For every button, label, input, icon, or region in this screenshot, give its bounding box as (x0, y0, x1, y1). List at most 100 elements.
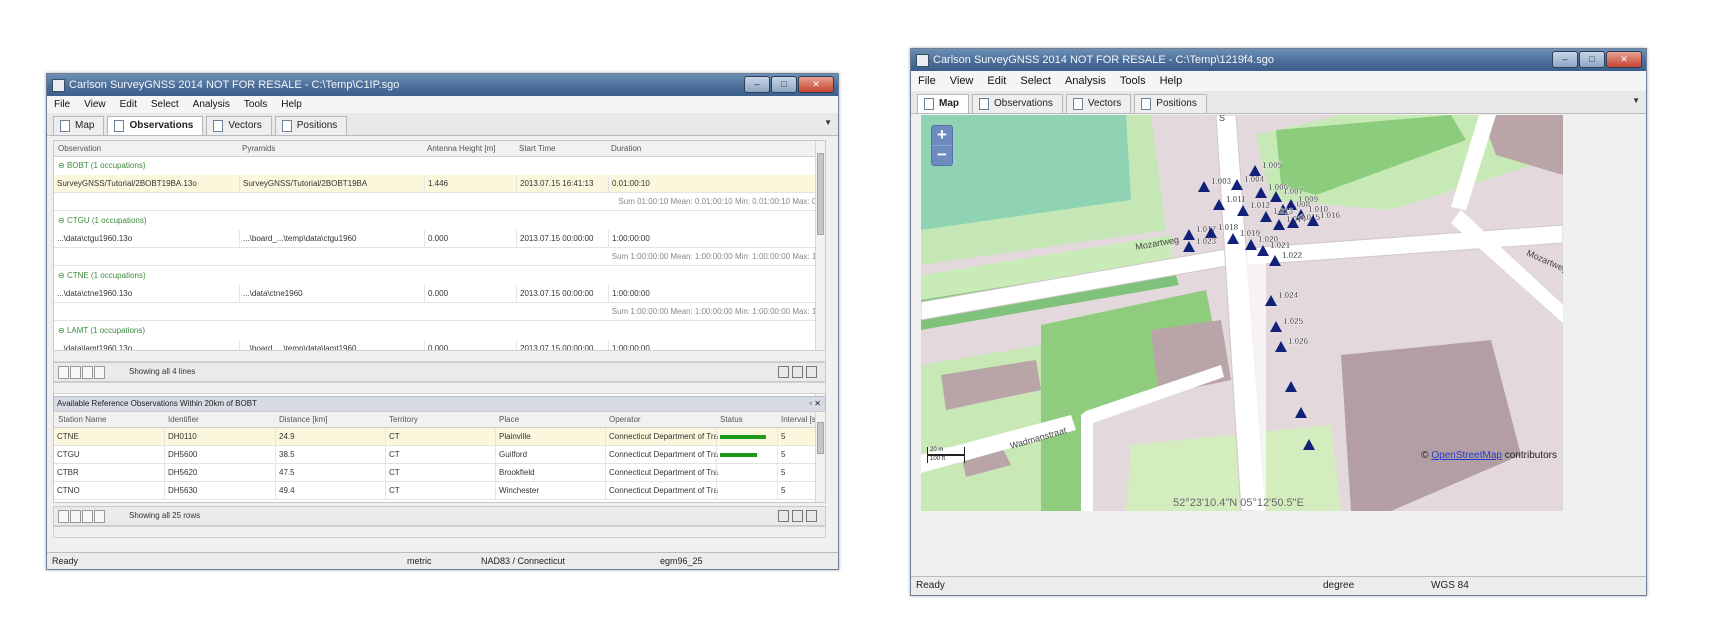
summary-row: Sum 1:00:00:00 Mean: 1:00:00:00 Min: 1:0… (54, 248, 825, 266)
prev-page-button[interactable] (70, 366, 81, 379)
minimize-button[interactable]: – (1552, 51, 1578, 68)
col-operator[interactable]: Operator (609, 412, 641, 427)
menu-edit[interactable]: Edit (980, 71, 1013, 91)
export-icon[interactable] (792, 366, 803, 378)
group-row[interactable]: ⊖ LAMT (1 occupations) (54, 323, 825, 339)
first-page-button[interactable] (58, 366, 69, 379)
tab-positions[interactable]: Positions (274, 116, 348, 135)
col-antenna-height[interactable]: Antenna Height [m] (427, 141, 495, 156)
survey-point-label: 1.003 (1211, 177, 1232, 186)
left-title-bar[interactable]: Carlson SurveyGNSS 2014 NOT FOR RESALE -… (47, 74, 838, 96)
tab-list-arrow-icon[interactable]: ▼ (1632, 96, 1640, 105)
reference-observations-table: Station Name Identifier Distance [km] Te… (53, 411, 826, 503)
group-row[interactable]: ⊖ CTGU (1 occupations) (54, 213, 825, 229)
document-icon (979, 98, 989, 110)
tab-map[interactable]: Map (53, 116, 105, 135)
minimize-button[interactable]: – (744, 76, 770, 93)
app-icon (916, 54, 929, 67)
survey-point-label: 1.016 (1320, 211, 1341, 220)
group-row[interactable]: ⊖ BOBT (1 occupations) (54, 158, 825, 174)
menu-file[interactable]: File (47, 96, 77, 113)
menu-tools[interactable]: Tools (1113, 71, 1153, 91)
col-pyramids[interactable]: Pyramids (242, 141, 275, 156)
reference-vscroll[interactable] (815, 412, 825, 502)
status-cell (716, 482, 780, 499)
table-row[interactable]: CTNE DH0110 24.9 CT Plainville Connectic… (54, 428, 825, 446)
menu-help[interactable]: Help (274, 96, 309, 113)
tab-observations[interactable]: Observations (972, 94, 1063, 113)
table-row[interactable]: CTGU DH5600 38.5 CT Guilford Connecticut… (54, 446, 825, 464)
print-icon[interactable] (778, 366, 789, 378)
col-status[interactable]: Status (720, 412, 743, 427)
menu-analysis[interactable]: Analysis (1058, 71, 1113, 91)
tab-vectors[interactable]: Vectors (206, 116, 272, 135)
col-identifier[interactable]: Identifier (168, 412, 199, 427)
next-page-button[interactable] (82, 366, 93, 379)
menu-help[interactable]: Help (1153, 71, 1190, 91)
observations-header: Observation Pyramids Antenna Height [m] … (54, 141, 825, 157)
openstreetmap-link[interactable]: OpenStreetMap (1431, 450, 1502, 461)
reference-hscroll[interactable] (53, 526, 826, 538)
col-interval[interactable]: Interval [s] (781, 412, 818, 427)
survey-point-label: 1.011 (1226, 195, 1246, 204)
document-icon (1072, 98, 1083, 110)
menu-file[interactable]: File (911, 71, 943, 91)
maximize-button[interactable]: □ (771, 76, 797, 93)
zoom-out-button[interactable]: − (932, 145, 952, 165)
menu-select[interactable]: Select (1013, 71, 1058, 91)
panel-close-icon[interactable]: ▫ ✕ (809, 397, 821, 411)
survey-point-label: 1.009 (1298, 195, 1319, 204)
survey-point-label: 1.022 (1282, 251, 1303, 260)
menu-tools[interactable]: Tools (237, 96, 274, 113)
survey-point-label: 1.004 (1244, 175, 1265, 184)
last-page-button[interactable] (94, 510, 105, 523)
tab-positions[interactable]: Positions (1134, 94, 1207, 113)
map-view[interactable]: Mozartweg Wadmanstraat Mozartweg S 1.003… (921, 115, 1563, 511)
menu-view[interactable]: View (77, 96, 113, 113)
tab-observations[interactable]: Observations (107, 116, 204, 135)
observations-pager: Showing all 4 lines (53, 362, 826, 382)
tab-map[interactable]: Map (917, 94, 969, 113)
document-icon (213, 120, 224, 132)
observations-hscroll[interactable] (53, 350, 826, 362)
col-station-name[interactable]: Station Name (58, 412, 106, 427)
right-title-bar[interactable]: Carlson SurveyGNSS 2014 NOT FOR RESALE -… (911, 49, 1646, 71)
scale-bar: 20 m 100 ft (927, 447, 965, 463)
tab-vectors[interactable]: Vectors (1065, 94, 1132, 113)
col-duration[interactable]: Duration (611, 141, 641, 156)
col-distance[interactable]: Distance [km] (279, 412, 327, 427)
left-tab-strip: Map Observations Vectors Positions ▼ (47, 113, 838, 136)
next-page-button[interactable] (82, 510, 93, 523)
survey-point-label: 1.025 (1283, 317, 1304, 326)
pager-hscroll[interactable] (53, 382, 826, 394)
table-row[interactable]: SurveyGNSS/Tutorial/2BOBT19BA.13o Survey… (54, 175, 825, 193)
col-territory[interactable]: Territory (389, 412, 418, 427)
close-button[interactable]: ✕ (1606, 51, 1642, 68)
copy-icon[interactable] (806, 366, 817, 378)
col-start-time[interactable]: Start Time (519, 141, 555, 156)
prev-page-button[interactable] (70, 510, 81, 523)
last-page-button[interactable] (94, 366, 105, 379)
export-icon[interactable] (792, 510, 803, 522)
document-icon (1141, 98, 1152, 110)
menu-select[interactable]: Select (144, 96, 186, 113)
zoom-in-button[interactable]: + (932, 126, 952, 145)
menu-view[interactable]: View (943, 71, 981, 91)
table-row[interactable]: ...\data\ctne1960.13o ...\data\ctne1960 … (54, 285, 825, 303)
table-row[interactable]: CTNO DH5630 49.4 CT Winchester Connectic… (54, 482, 825, 500)
table-row[interactable]: ...\data\ctgu1960.13o ...\board_...\temp… (54, 230, 825, 248)
group-row[interactable]: ⊖ CTNE (1 occupations) (54, 268, 825, 284)
left-window-title: Carlson SurveyGNSS 2014 NOT FOR RESALE -… (69, 79, 400, 91)
print-icon[interactable] (778, 510, 789, 522)
first-page-button[interactable] (58, 510, 69, 523)
close-button[interactable]: ✕ (798, 76, 834, 93)
app-icon (52, 79, 65, 92)
copy-icon[interactable] (806, 510, 817, 522)
tab-list-arrow-icon[interactable]: ▼ (824, 118, 832, 127)
col-place[interactable]: Place (499, 412, 519, 427)
table-row[interactable]: CTBR DH5620 47.5 CT Brookfield Connectic… (54, 464, 825, 482)
maximize-button[interactable]: □ (1579, 51, 1605, 68)
menu-edit[interactable]: Edit (113, 96, 144, 113)
menu-analysis[interactable]: Analysis (186, 96, 237, 113)
col-observation[interactable]: Observation (58, 141, 101, 156)
